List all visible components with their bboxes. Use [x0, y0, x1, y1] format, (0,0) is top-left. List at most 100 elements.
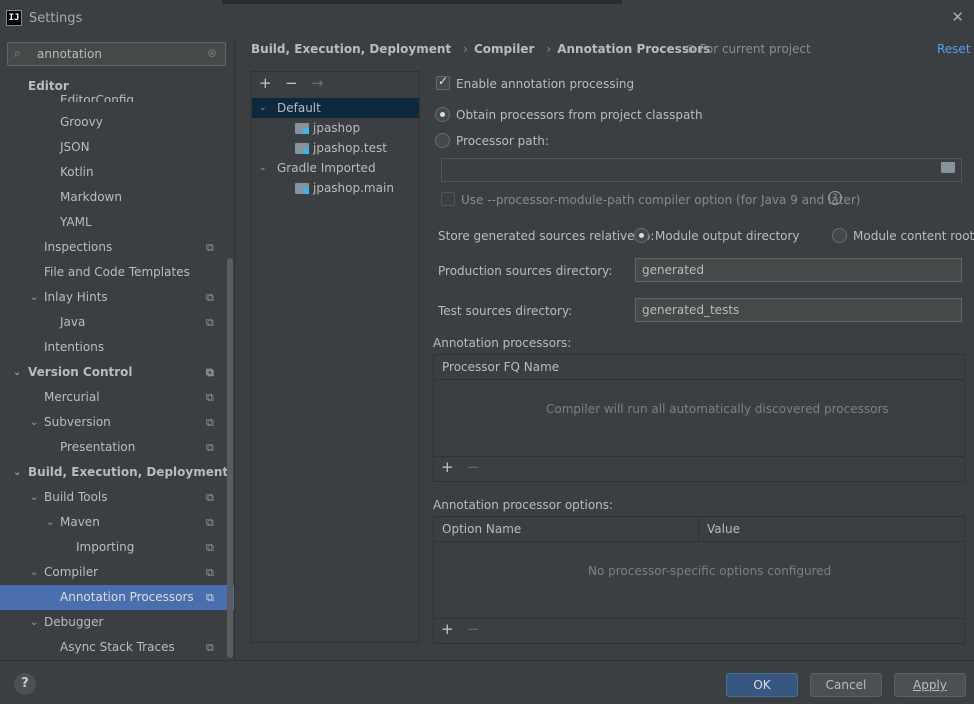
sidebar-item-presentation[interactable]: Presentation ⧉ [0, 435, 234, 460]
module-content-root-radio[interactable] [832, 228, 847, 243]
chevron-down-icon[interactable]: ⌄ [13, 460, 21, 485]
sidebar-item-label: YAML [60, 215, 92, 229]
sidebar-item-build-tools[interactable]: ⌄ Build Tools ⧉ [0, 485, 234, 510]
breadcrumb-item[interactable]: Compiler [474, 42, 534, 56]
sidebar-item-annotation-processors[interactable]: Annotation Processors ⧉ [0, 585, 234, 610]
help-button[interactable]: ? [14, 673, 36, 695]
project-settings-icon: ⧉ [687, 42, 700, 56]
sidebar-item-editorconfig[interactable]: EditorConfig [0, 86, 234, 102]
ok-button[interactable]: OK [726, 673, 798, 697]
sidebar-item-async-stack-traces[interactable]: Async Stack Traces ⧉ [0, 635, 234, 660]
tree-item-module[interactable]: jpashop.main [252, 178, 419, 198]
sidebar-item-file-code-templates[interactable]: File and Code Templates [0, 260, 234, 285]
obtain-from-classpath-radio[interactable] [435, 107, 450, 122]
tree-item-default[interactable]: ⌄ Default [252, 98, 419, 118]
obtain-from-classpath-label: Obtain processors from project classpath [456, 108, 703, 122]
sidebar-item-yaml[interactable]: YAML [0, 210, 234, 235]
production-sources-dir-field[interactable]: generated [635, 258, 962, 282]
move-to-profile-button[interactable]: → [311, 74, 324, 92]
processor-fq-name-header[interactable]: Processor FQ Name [434, 355, 964, 380]
project-settings-icon: ⧉ [206, 416, 214, 429]
project-settings-icon: ⧉ [206, 566, 214, 579]
sidebar-item-subversion[interactable]: ⌄ Subversion ⧉ [0, 410, 234, 435]
processor-path-radio[interactable] [435, 133, 450, 148]
processor-module-path-checkbox[interactable] [441, 192, 455, 206]
store-relative-label: Store generated sources relative to: [438, 229, 655, 243]
sidebar-item-version-control[interactable]: ⌄ Version Control ⧉ [0, 360, 234, 385]
tree-item-module[interactable]: jpashop.test [252, 138, 419, 158]
profiles-panel: + − → ⌄ Default jpashop jpashop.test ⌄ Gra… [251, 71, 420, 643]
tree-item-module[interactable]: jpashop [252, 118, 419, 138]
module-output-directory-radio[interactable] [634, 228, 649, 243]
processor-module-path-label: Use --processor-module-path compiler opt… [461, 193, 861, 207]
sidebar-item-kotlin[interactable]: Kotlin [0, 160, 234, 185]
chevron-down-icon[interactable]: ⌄ [30, 285, 38, 310]
annotation-processors-title: Annotation processors: [433, 336, 572, 350]
sidebar-item-groovy[interactable]: Groovy [0, 110, 234, 135]
project-settings-icon: ⧉ [206, 391, 214, 404]
sidebar-item-intentions[interactable]: Intentions [0, 335, 234, 360]
sidebar-item-label: Async Stack Traces [60, 640, 175, 654]
processor-path-field[interactable] [441, 158, 962, 182]
tree-item-label: Default [277, 101, 321, 115]
add-option-button[interactable]: + [441, 620, 454, 638]
sidebar-item-importing[interactable]: Importing ⧉ [0, 535, 234, 560]
close-icon[interactable]: ✕ [951, 8, 964, 26]
add-processor-button[interactable]: + [441, 458, 454, 476]
remove-processor-button[interactable]: − [467, 458, 480, 476]
project-settings-icon: ⧉ [206, 591, 214, 604]
sidebar-item-markdown[interactable]: Markdown [0, 185, 234, 210]
processors-empty-message: Compiler will run all automatically disc… [546, 402, 889, 416]
sidebar-item-inlay-hints[interactable]: ⌄ Inlay Hints ⧉ [0, 285, 234, 310]
sidebar-item-debugger[interactable]: ⌄ Debugger [0, 610, 234, 635]
sidebar-item-label: Mercurial [44, 390, 100, 404]
option-name-header[interactable]: Option Name [434, 517, 699, 542]
help-icon[interactable]: ? [828, 191, 842, 205]
chevron-down-icon[interactable]: ⌄ [30, 610, 38, 635]
tree-item-label: Gradle Imported [277, 161, 376, 175]
chevron-down-icon[interactable]: ⌄ [259, 158, 267, 178]
sidebar-item-compiler[interactable]: ⌄ Compiler ⧉ [0, 560, 234, 585]
enable-annotation-processing-checkbox[interactable] [436, 74, 450, 90]
production-sources-dir-value: generated [642, 263, 704, 277]
option-value-header[interactable]: Value [699, 517, 964, 542]
sidebar-item-label: Markdown [60, 190, 122, 204]
sidebar-item-label: Importing [76, 540, 135, 554]
project-settings-icon: ⧉ [206, 291, 214, 304]
add-profile-button[interactable]: + [259, 74, 272, 92]
cancel-button[interactable]: Cancel [810, 673, 882, 697]
remove-option-button[interactable]: − [467, 620, 480, 638]
sidebar-item-label: Maven [60, 515, 100, 529]
tree-item-label: jpashop.main [313, 181, 394, 195]
sidebar-item-build-execution-deployment[interactable]: ⌄ Build, Execution, Deployment [0, 460, 234, 485]
sidebar-scrollbar[interactable] [227, 258, 233, 658]
sidebar-item-mercurial[interactable]: Mercurial ⧉ [0, 385, 234, 410]
sidebar-item-inspections[interactable]: Inspections ⧉ [0, 235, 234, 260]
remove-profile-button[interactable]: − [285, 74, 298, 92]
chevron-down-icon[interactable]: ⌄ [259, 98, 267, 118]
search-value: annotation [37, 47, 102, 61]
chevron-down-icon[interactable]: ⌄ [30, 485, 38, 510]
sidebar-item-java[interactable]: Java ⧉ [0, 310, 234, 335]
reset-link[interactable]: Reset [937, 42, 971, 56]
folder-browse-icon[interactable] [941, 162, 955, 173]
chevron-down-icon[interactable]: ⌄ [30, 560, 38, 585]
project-settings-icon: ⧉ [206, 516, 214, 529]
project-settings-icon: ⧉ [206, 641, 214, 654]
tree-item-gradle-imported[interactable]: ⌄ Gradle Imported [252, 158, 419, 178]
chevron-down-icon[interactable]: ⌄ [13, 360, 21, 385]
clear-search-icon[interactable]: ⊗ [207, 46, 217, 60]
breadcrumb-item[interactable]: Build, Execution, Deployment [251, 42, 451, 56]
search-input[interactable]: ⌕ annotation ⊗ [7, 42, 226, 66]
for-project-text: For current project [699, 42, 811, 56]
chevron-down-icon[interactable]: ⌄ [30, 410, 38, 435]
sidebar-item-label: Intentions [44, 340, 105, 354]
test-sources-dir-field[interactable]: generated_tests [635, 298, 962, 322]
module-output-directory-label: Module output directory [655, 229, 800, 243]
chevron-down-icon[interactable]: ⌄ [46, 510, 54, 535]
apply-button[interactable]: Apply [894, 673, 966, 697]
sidebar-item-label: Subversion [44, 415, 111, 429]
sidebar-item-maven[interactable]: ⌄ Maven ⧉ [0, 510, 234, 535]
sidebar-item-label: JSON [60, 140, 90, 154]
sidebar-item-json[interactable]: JSON [0, 135, 234, 160]
